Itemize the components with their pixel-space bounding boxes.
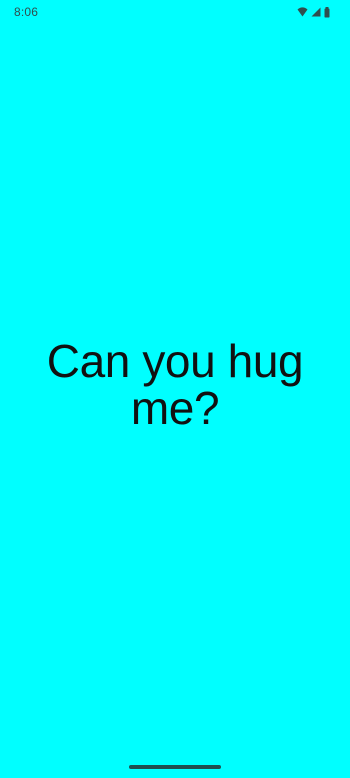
- wifi-icon: [297, 7, 308, 17]
- status-time: 8:06: [14, 5, 39, 19]
- message-text: Can you hug me?: [46, 335, 304, 434]
- home-indicator[interactable]: [129, 765, 221, 769]
- signal-icon: [311, 7, 321, 17]
- screen: 8:06 Can you hug me?: [0, 0, 350, 778]
- message-container: Can you hug me?: [0, 338, 350, 432]
- status-bar: 8:06: [0, 0, 350, 24]
- status-icons: [297, 6, 330, 18]
- battery-icon: [324, 6, 330, 18]
